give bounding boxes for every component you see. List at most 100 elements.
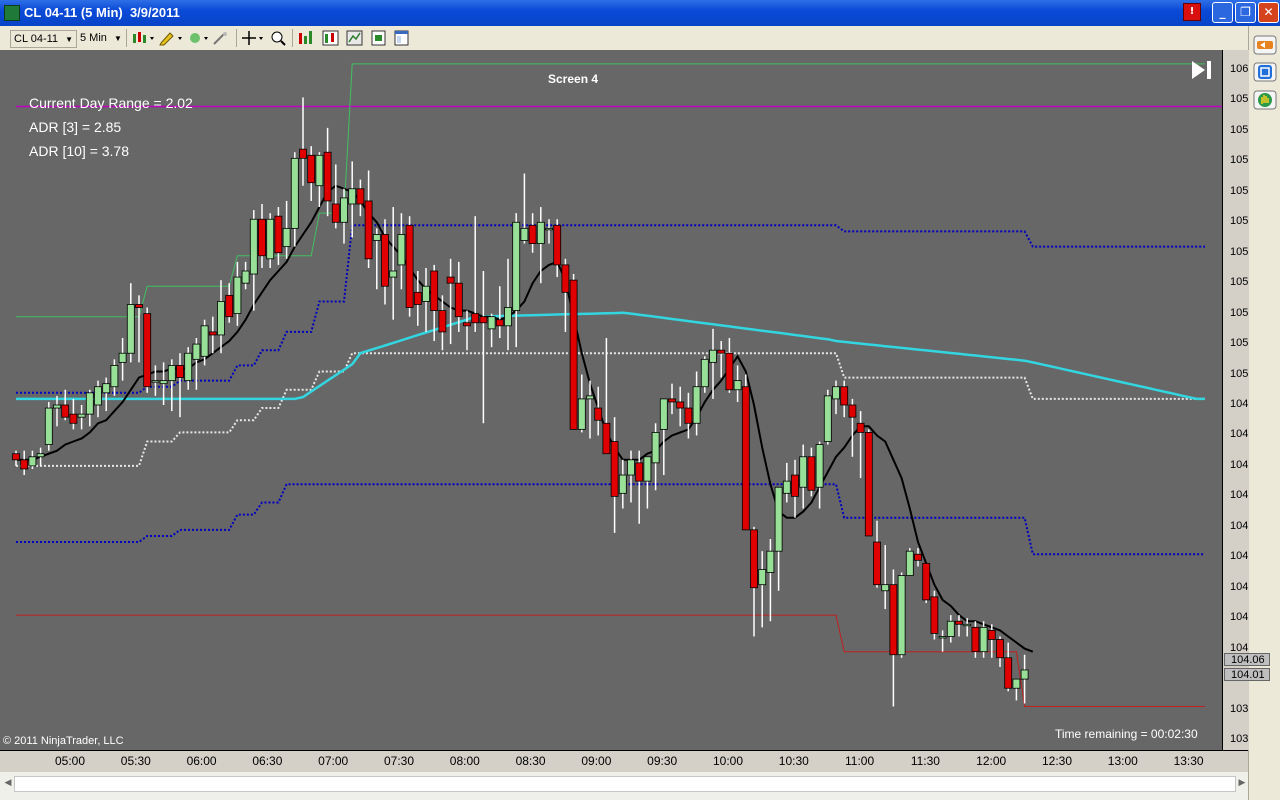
time-tick-label: 05:30: [120, 754, 151, 768]
minimize-button[interactable]: _: [1212, 2, 1233, 23]
candle-body: [372, 234, 381, 241]
adr-10-label: ADR [10] = 3.78: [29, 143, 130, 159]
candle-body: [208, 331, 217, 336]
time-axis[interactable]: 05:00 05:30 06:00 06:30 07:00 07:30 08:00 08:30…: [0, 750, 1248, 773]
interval-selector[interactable]: 5 Min ▼: [80, 30, 122, 46]
chevron-down-icon: ▼: [113, 34, 122, 43]
window-titlebar: CL 04-11 (5 Min) 3/9/2011 ! _ ❐ ✕: [0, 0, 1280, 26]
chart-panel[interactable]: Screen 4 Current Day Range = 2.02 ADR [3…: [0, 50, 1222, 750]
candle-body: [758, 569, 767, 586]
pivot-line: [16, 352, 1205, 467]
candle-body: [102, 383, 111, 394]
price-tick-label: 105.70: [1230, 154, 1249, 167]
candle-body: [307, 154, 316, 184]
draw-pencil-icon[interactable]: [158, 30, 184, 46]
candle-body: [586, 395, 594, 400]
zoom-icon[interactable]: [270, 30, 287, 46]
candle-body: [446, 276, 455, 284]
candle-body: [864, 432, 873, 537]
time-tick-label: 10:00: [712, 754, 744, 768]
candle-body: [635, 462, 644, 482]
candle-body: [184, 352, 193, 382]
candle-body: [741, 386, 750, 531]
candle-body: [143, 313, 152, 388]
candle-body: [290, 157, 299, 229]
price-tick-label: 104.80: [1230, 428, 1249, 441]
chart-properties-icon[interactable]: [298, 30, 315, 46]
app-icon: [4, 5, 20, 21]
bar-type-icon[interactable]: [131, 30, 155, 46]
hand-icon[interactable]: [1253, 89, 1277, 111]
chart-trader-icon[interactable]: [346, 30, 363, 46]
time-tick-label: 13:30: [1173, 754, 1204, 768]
candle-body: [618, 474, 627, 494]
candle-body: [1004, 657, 1013, 689]
candle-body: [610, 441, 619, 497]
time-tick-label: 09:00: [581, 754, 612, 768]
candle-body: [963, 623, 972, 627]
candle-body: [422, 285, 430, 302]
chevron-down-icon: ▼: [65, 35, 74, 44]
candle-body: [397, 234, 406, 266]
crosshair-icon[interactable]: [241, 30, 265, 46]
scroll-left-icon[interactable]: ◀: [2, 776, 14, 790]
candle-body: [807, 456, 816, 491]
price-chart[interactable]: [0, 50, 1222, 750]
window-title: CL 04-11 (5 Min) 3/9/2011: [24, 5, 180, 20]
candle-body: [536, 221, 545, 244]
candle-body: [471, 313, 480, 324]
candle-body: [85, 392, 94, 415]
candle-body: [69, 413, 78, 424]
candle-body: [364, 200, 373, 260]
candle-body: [405, 224, 414, 308]
template-icon[interactable]: [393, 30, 410, 46]
candle-body: [110, 365, 119, 388]
candle-body: [553, 224, 562, 266]
candle-body: [930, 596, 939, 634]
time-tick-label: 11:30: [910, 754, 940, 768]
square-icon[interactable]: [1253, 61, 1277, 83]
time-tick-label: 12:00: [976, 754, 1007, 768]
candle-body: [487, 316, 496, 330]
price-tick-label: 106.00: [1230, 63, 1249, 75]
price-axis[interactable]: 106.00 105.90 105.80 105.70 105.60 105.50 105.…: [1222, 50, 1249, 750]
upper-band-line: [16, 224, 1205, 394]
candle-body: [479, 316, 488, 324]
horizontal-scrollbar[interactable]: ◀ ▶: [0, 772, 1248, 800]
candle-body: [668, 398, 676, 403]
candle-body: [520, 227, 529, 241]
candle-body: [881, 584, 890, 592]
time-tick-label: 06:00: [186, 754, 217, 768]
candle-body: [323, 151, 332, 202]
arrow-back-icon[interactable]: [1253, 34, 1277, 56]
time-tick-label: 07:30: [383, 754, 415, 768]
export-icon[interactable]: [370, 30, 387, 46]
scroll-to-end-icon[interactable]: [1190, 59, 1214, 81]
scrollbar-track[interactable]: [14, 776, 1236, 792]
strategy-icon[interactable]: [188, 30, 210, 46]
candle-body: [684, 407, 693, 424]
maximize-button[interactable]: ❐: [1235, 2, 1256, 23]
instrument-selector[interactable]: CL 04-11 ▼: [10, 30, 78, 48]
candle-body: [545, 227, 553, 231]
alert-icon[interactable]: !: [1183, 3, 1201, 21]
candle-body: [889, 584, 898, 656]
candle-body: [192, 343, 201, 360]
instrument-label: CL 04-11: [14, 33, 59, 45]
candle-body: [987, 629, 996, 640]
close-button[interactable]: ✕: [1258, 2, 1279, 23]
candle-body: [176, 365, 184, 378]
price-tick-label: 104.20: [1230, 611, 1249, 624]
price-tick-label: 105.00: [1230, 367, 1249, 380]
candle-body: [651, 432, 660, 464]
candle-body: [709, 349, 717, 363]
candle-body: [331, 203, 340, 223]
candle-body: [438, 310, 447, 333]
last-price-box: 104.06: [1224, 653, 1270, 666]
magic-icon[interactable]: [212, 30, 232, 46]
candle-body: [782, 480, 791, 494]
bid-price-box: 104.01: [1224, 668, 1270, 681]
scroll-right-icon[interactable]: ▶: [1236, 776, 1248, 790]
candle-body: [905, 550, 914, 576]
data-box-icon[interactable]: [322, 30, 339, 46]
